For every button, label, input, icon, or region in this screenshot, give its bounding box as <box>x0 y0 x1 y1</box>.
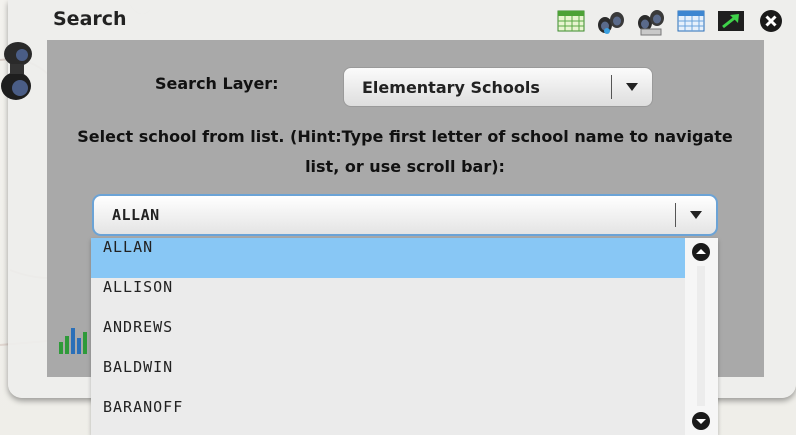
bar-chart-icon <box>58 320 92 360</box>
search-layer-select[interactable]: Elementary Schools <box>343 67 653 107</box>
binoculars-tool-icon[interactable] <box>636 6 666 36</box>
binoculars-icon <box>0 38 44 108</box>
list-item[interactable]: ANDREWS <box>91 318 685 358</box>
export-arrow-icon[interactable] <box>716 6 746 36</box>
widget-title: Search <box>53 8 127 30</box>
search-layer-label: Search Layer: <box>155 74 279 93</box>
grid-icon[interactable] <box>676 6 706 36</box>
list-item[interactable]: BALDWIN <box>91 358 685 398</box>
table-icon[interactable] <box>556 6 586 36</box>
school-combobox-value[interactable]: ALLAN <box>94 206 675 224</box>
widget-toolbar <box>556 4 786 38</box>
list-item[interactable]: ALLAN <box>91 238 685 278</box>
scroll-down-icon[interactable] <box>691 411 711 431</box>
scrollbar-track[interactable] <box>697 266 705 406</box>
list-item[interactable]: BARANOFF <box>91 398 685 435</box>
search-layer-value: Elementary Schools <box>362 77 540 97</box>
hint-text: Select school from list. (Hint:Type firs… <box>77 127 733 176</box>
list-item[interactable]: ALLISON <box>91 278 685 318</box>
chevron-down-icon[interactable] <box>612 83 652 91</box>
school-list: ALLAN ALLISON ANDREWS BALDWIN BARANOFF <box>91 238 685 435</box>
school-combobox[interactable]: ALLAN <box>92 194 718 236</box>
close-icon[interactable] <box>756 6 786 36</box>
chevron-down-icon[interactable] <box>676 211 716 219</box>
scroll-up-icon[interactable] <box>691 242 711 262</box>
binoculars-icon[interactable] <box>596 6 626 36</box>
school-dropdown-list[interactable]: ALLAN ALLISON ANDREWS BALDWIN BARANOFF <box>91 238 718 435</box>
scrollbar[interactable] <box>685 238 718 435</box>
